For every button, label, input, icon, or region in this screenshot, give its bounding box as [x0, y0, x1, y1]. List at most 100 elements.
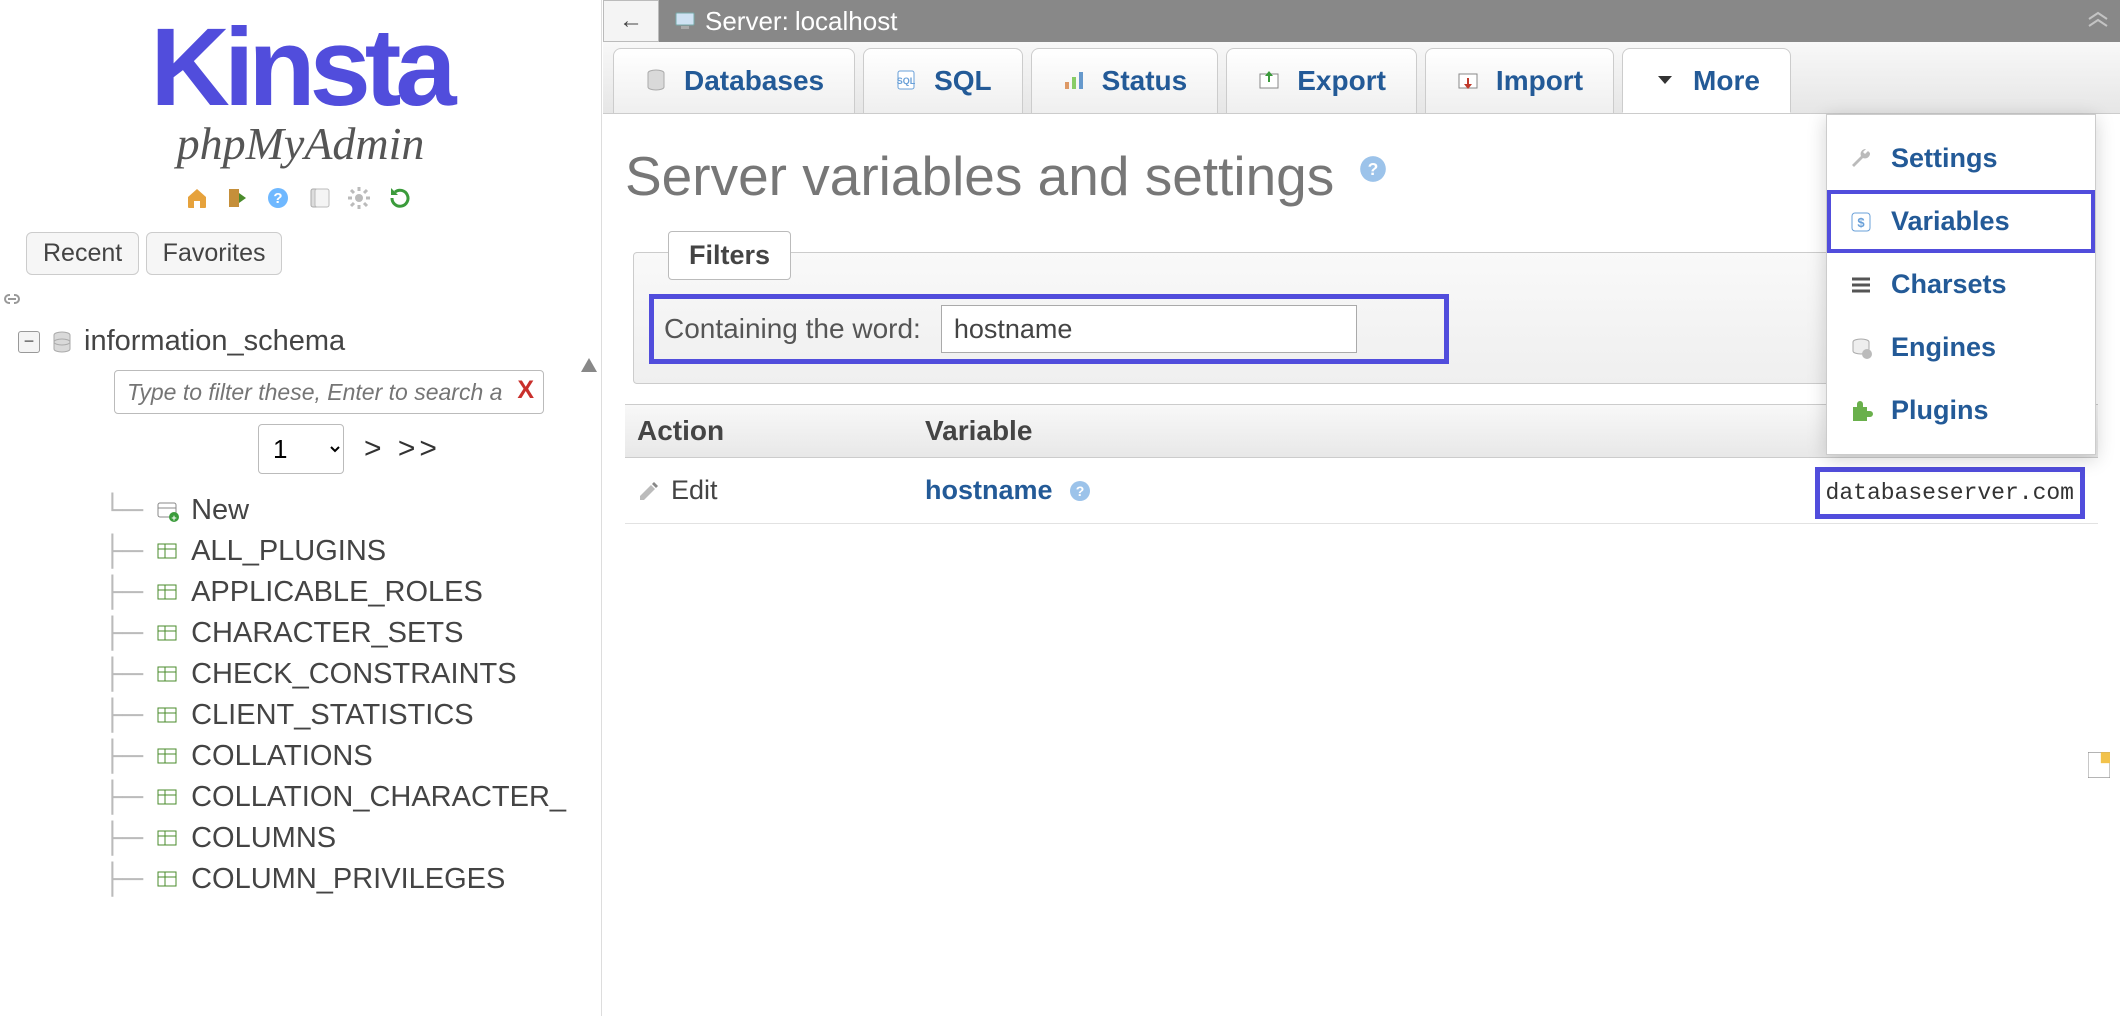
back-button[interactable]: ←	[603, 0, 659, 42]
dd-label: Variables	[1891, 206, 2010, 237]
sql-query-icon[interactable]	[307, 186, 335, 212]
tab-label: Status	[1102, 65, 1188, 97]
tab-more[interactable]: More	[1622, 48, 1791, 113]
variable-name[interactable]: hostname	[925, 475, 1053, 505]
db-name: information_schema	[84, 325, 345, 358]
page-next-links[interactable]: > >>	[364, 432, 441, 466]
help-icon[interactable]: ?	[1068, 479, 1092, 503]
new-table-label: New	[191, 494, 249, 527]
logout-icon[interactable]	[226, 186, 254, 212]
main-panel: ← Server: localhost Databases SQL SQL St	[603, 0, 2120, 1016]
product-logo-text: phpMyAdmin	[40, 117, 561, 170]
reload-icon[interactable]	[388, 186, 416, 212]
new-table-item[interactable]: └─ + New	[102, 490, 591, 531]
tree-collapse-icon[interactable]: −	[18, 331, 40, 353]
svg-text:?: ?	[274, 190, 283, 207]
collapse-panel-icon[interactable]	[2086, 9, 2110, 33]
filters-legend: Filters	[668, 231, 791, 280]
table-row[interactable]: ├─ COLUMNS	[102, 818, 591, 859]
dd-label: Settings	[1891, 143, 1998, 174]
tab-databases[interactable]: Databases	[613, 48, 855, 113]
tab-bar: Databases SQL SQL Status Export Import	[603, 42, 2120, 114]
tab-sql[interactable]: SQL SQL	[863, 48, 1023, 113]
tab-status[interactable]: Status	[1031, 48, 1219, 113]
variable-icon: $	[1849, 210, 1873, 234]
wrench-icon	[1849, 147, 1873, 171]
more-dropdown: Settings $ Variables Charsets Engines Pl…	[1826, 114, 2096, 455]
home-icon[interactable]	[185, 186, 213, 212]
dd-settings[interactable]: Settings	[1827, 127, 2095, 190]
edit-button[interactable]: Edit	[637, 475, 925, 506]
brand-logo: Kinsta	[40, 18, 561, 117]
tab-label: Databases	[684, 65, 824, 97]
clear-filter-icon[interactable]: X	[517, 376, 534, 405]
tab-label: More	[1693, 65, 1760, 97]
export-icon	[1257, 68, 1283, 94]
dd-label: Engines	[1891, 332, 1996, 363]
table-list: └─ + New ├─ ALL_PLUGINS ├─ APPLICABLE_RO…	[102, 490, 591, 900]
table-icon	[155, 868, 179, 892]
filters-row-highlight: Containing the word:	[654, 299, 1444, 359]
table-icon	[155, 622, 179, 646]
table-row[interactable]: ├─ CHECK_CONSTRAINTS	[102, 654, 591, 695]
pencil-icon	[637, 479, 661, 503]
svg-text:?: ?	[1076, 483, 1085, 499]
table-icon	[155, 581, 179, 605]
table-row[interactable]: ├─ COLLATION_CHARACTER_	[102, 777, 591, 818]
table-row[interactable]: ├─ COLUMN_PRIVILEGES	[102, 859, 591, 900]
breadcrumb-bar: ← Server: localhost	[603, 0, 2120, 42]
edit-label: Edit	[671, 475, 718, 506]
table-row[interactable]: ├─ ALL_PLUGINS	[102, 531, 591, 572]
table-row[interactable]: ├─ CLIENT_STATISTICS	[102, 695, 591, 736]
db-root-item[interactable]: − information_schema	[18, 321, 591, 362]
favorites-button[interactable]: Favorites	[146, 232, 283, 275]
breadcrumb-prefix: Server:	[705, 6, 789, 37]
server-icon	[673, 9, 697, 33]
tab-label: Import	[1496, 65, 1583, 97]
table-name: APPLICABLE_ROLES	[191, 576, 483, 609]
help-icon[interactable]: ?	[1359, 155, 1387, 183]
link-icon[interactable]	[0, 287, 561, 311]
tab-export[interactable]: Export	[1226, 48, 1417, 113]
table-name: COLLATIONS	[191, 740, 373, 773]
tree-filter-input[interactable]	[114, 370, 544, 414]
tab-label: SQL	[934, 65, 992, 97]
table-icon	[155, 745, 179, 769]
page-title: Server variables and settings	[625, 144, 1334, 208]
table-row[interactable]: ├─ COLLATIONS	[102, 736, 591, 777]
table-name: CHARACTER_SETS	[191, 617, 463, 650]
bookmark-icon[interactable]	[2088, 752, 2110, 778]
scroll-up-icon[interactable]	[581, 358, 597, 372]
gear-icon[interactable]	[347, 186, 375, 212]
page-select[interactable]: 1	[258, 424, 344, 474]
dd-charsets[interactable]: Charsets	[1827, 253, 2095, 316]
svg-text:$: $	[1857, 215, 1865, 230]
table-icon	[155, 786, 179, 810]
database-icon	[50, 330, 74, 354]
help-icon[interactable]: ?	[266, 186, 294, 212]
variable-value: databaseserver.com	[1818, 470, 2082, 516]
breadcrumb-server[interactable]: localhost	[795, 6, 898, 37]
svg-text:SQL: SQL	[897, 76, 916, 86]
dd-label: Charsets	[1891, 269, 2007, 300]
tab-label: Export	[1297, 65, 1386, 97]
variable-row: Edit hostname ? databaseserver.com	[625, 458, 2098, 524]
sidebar-link-icon-row	[0, 281, 601, 317]
recent-button[interactable]: Recent	[26, 232, 139, 275]
recent-favorites-row: Recent Favorites	[0, 226, 601, 281]
table-icon	[155, 540, 179, 564]
tree-pagination: 1 > >>	[258, 424, 591, 474]
import-icon	[1456, 68, 1482, 94]
dd-plugins[interactable]: Plugins	[1827, 379, 2095, 442]
table-icon	[155, 704, 179, 728]
table-row[interactable]: ├─ CHARACTER_SETS	[102, 613, 591, 654]
dd-engines[interactable]: Engines	[1827, 316, 2095, 379]
table-row[interactable]: ├─ APPLICABLE_ROLES	[102, 572, 591, 613]
sidebar: Kinsta phpMyAdmin ? Recent Favorites	[0, 0, 602, 1016]
containing-input[interactable]	[941, 305, 1357, 353]
sidebar-quick-icons: ?	[0, 178, 601, 226]
tab-import[interactable]: Import	[1425, 48, 1614, 113]
table-name: COLUMN_PRIVILEGES	[191, 863, 505, 896]
dd-variables[interactable]: $ Variables	[1827, 190, 2095, 253]
col-variable: Variable	[925, 415, 1808, 447]
